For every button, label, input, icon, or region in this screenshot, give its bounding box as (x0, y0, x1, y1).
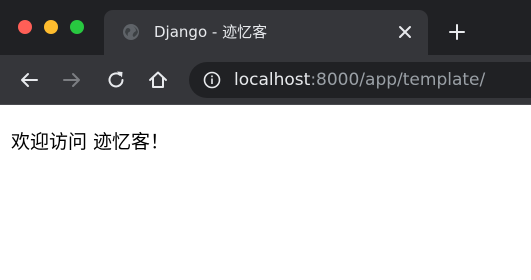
page-content: 欢迎访问 迹忆客！ (0, 105, 531, 280)
url-path: :8000/app/template/ (310, 70, 486, 90)
window-close-button[interactable] (18, 20, 32, 34)
browser-toolbar: localhost:8000/app/template/ (0, 55, 531, 105)
window-minimize-button[interactable] (44, 20, 58, 34)
address-bar[interactable]: localhost:8000/app/template/ (189, 62, 531, 98)
tab-title: Django - 迹忆客 (154, 23, 268, 41)
url-text: localhost:8000/app/template/ (234, 70, 485, 90)
back-arrow-icon[interactable] (18, 69, 40, 91)
globe-icon (123, 24, 139, 40)
tab-active[interactable]: Django - 迹忆客 (104, 10, 428, 55)
window-maximize-button[interactable] (70, 20, 84, 34)
tab-strip: Django - 迹忆客 (0, 0, 531, 55)
tab-close-icon[interactable] (396, 23, 414, 41)
new-tab-plus-icon[interactable] (448, 23, 466, 41)
reload-icon[interactable] (105, 69, 127, 91)
welcome-text: 欢迎访问 迹忆客！ (11, 131, 170, 153)
forward-arrow-icon[interactable] (61, 69, 83, 91)
browser-window: Django - 迹忆客 localhost:8000/app/template… (0, 0, 531, 280)
url-host: localhost (234, 70, 311, 90)
home-icon[interactable] (147, 69, 169, 91)
info-icon[interactable] (203, 71, 221, 89)
